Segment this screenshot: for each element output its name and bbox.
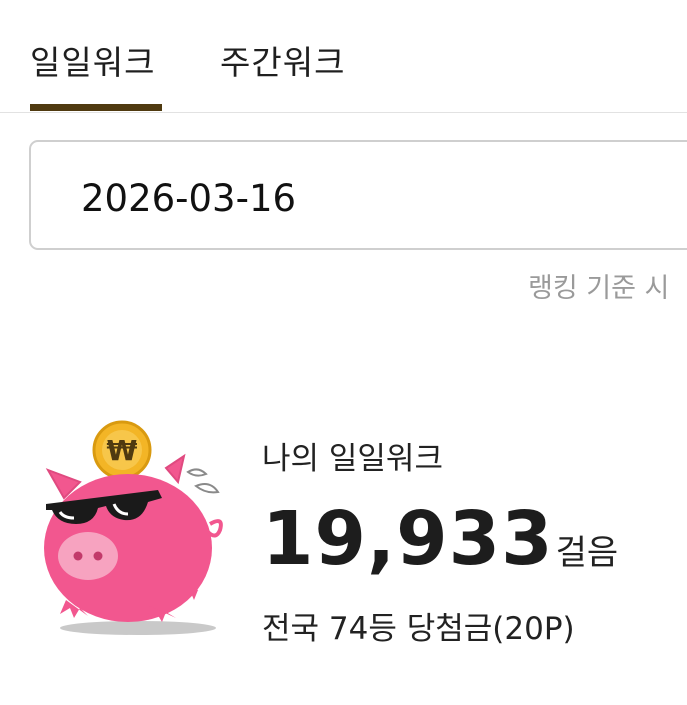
step-count-value: 19,933 xyxy=(262,496,554,582)
date-selector[interactable]: 2026-03-16 xyxy=(29,140,687,250)
tab-bar: 일일워크 주간워크 xyxy=(0,0,687,113)
tab-weekly-walk[interactable]: 주간워크 xyxy=(220,36,345,84)
coin-won-symbol: ₩ xyxy=(107,434,138,467)
step-count-unit: 걸음 xyxy=(555,533,619,573)
ranking-criteria-note: 랭킹 기준 시 xyxy=(528,273,670,304)
national-rank-prize: 전국 74등 당첨금(20P) xyxy=(262,611,575,647)
date-value: 2026-03-16 xyxy=(81,177,297,220)
my-daily-walk-label: 나의 일일워크 xyxy=(262,441,443,477)
active-tab-indicator xyxy=(30,104,162,111)
tab-daily-walk[interactable]: 일일워크 xyxy=(30,36,155,84)
daily-walk-page: 일일워크 주간워크 2026-03-16 랭킹 기준 시 ₩ 나의 일일워크 1… xyxy=(0,0,687,705)
piggy-bank-mascot-icon: ₩ xyxy=(44,420,223,635)
step-count: 19,933걸음 xyxy=(262,496,618,582)
